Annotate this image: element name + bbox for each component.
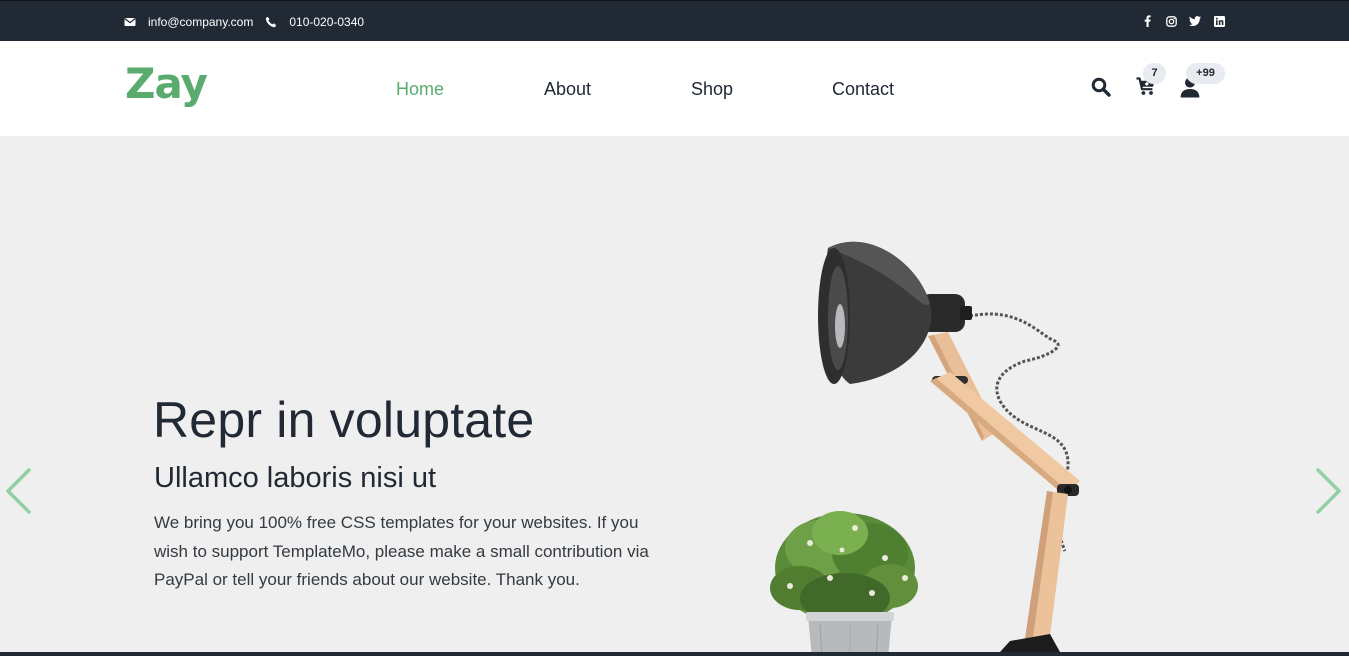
phone-link[interactable]: 010-020-0340 bbox=[265, 15, 364, 29]
brand-logo[interactable]: Zay bbox=[125, 59, 208, 108]
search-button[interactable] bbox=[1091, 77, 1111, 102]
instagram-icon[interactable] bbox=[1165, 14, 1177, 28]
hero-carousel: Repr in voluptate Ullamco laboris nisi u… bbox=[0, 136, 1349, 652]
search-icon bbox=[1091, 77, 1111, 97]
nav-home[interactable]: Home bbox=[396, 79, 444, 100]
facebook-icon[interactable] bbox=[1141, 14, 1153, 28]
social-links bbox=[1141, 14, 1225, 28]
email-link[interactable]: info@company.com bbox=[124, 15, 253, 29]
nav-shop[interactable]: Shop bbox=[691, 79, 733, 100]
hero-description: We bring you 100% free CSS templates for… bbox=[154, 513, 649, 589]
top-info-bar: info@company.com 010-020-0340 bbox=[0, 0, 1349, 41]
nav-about[interactable]: About bbox=[544, 79, 591, 100]
carousel-next-button[interactable] bbox=[1315, 467, 1343, 520]
hero-title: Repr in voluptate bbox=[153, 392, 535, 448]
contact-info: info@company.com 010-020-0340 bbox=[124, 15, 376, 29]
twitter-icon[interactable] bbox=[1189, 14, 1201, 28]
main-navbar: Zay Home About Shop Contact 7 +99 bbox=[0, 41, 1349, 136]
envelope-icon bbox=[124, 18, 136, 26]
bottom-divider bbox=[0, 652, 1349, 656]
cart-count-badge: 7 bbox=[1143, 63, 1166, 84]
user-count-badge: +99 bbox=[1186, 63, 1225, 84]
phone-icon bbox=[266, 16, 277, 28]
chevron-left-icon bbox=[6, 468, 31, 514]
nav-contact[interactable]: Contact bbox=[832, 79, 894, 100]
email-text[interactable]: info@company.com bbox=[148, 15, 253, 29]
phone-text[interactable]: 010-020-0340 bbox=[289, 15, 364, 29]
potted-plant-image bbox=[770, 511, 918, 652]
linkedin-icon[interactable] bbox=[1213, 14, 1225, 28]
chevron-right-icon bbox=[1316, 468, 1341, 514]
carousel-prev-button[interactable] bbox=[4, 467, 32, 520]
hero-subtitle: Ullamco laboris nisi ut bbox=[154, 462, 437, 494]
